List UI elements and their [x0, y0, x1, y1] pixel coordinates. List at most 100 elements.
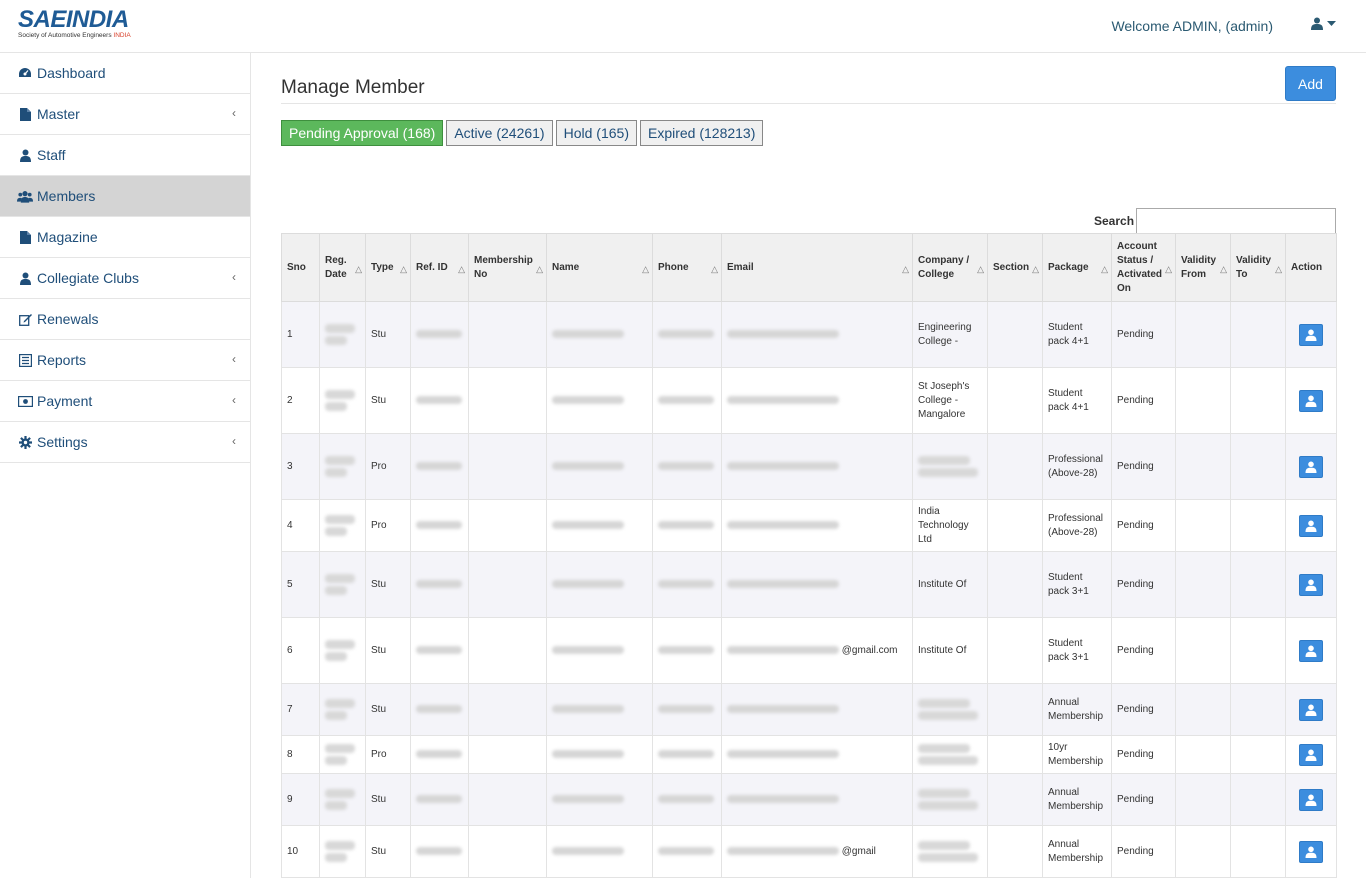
view-member-button[interactable] [1299, 788, 1323, 811]
user-menu-button[interactable] [1311, 17, 1336, 30]
title-divider [281, 103, 1336, 104]
redacted-text [416, 461, 462, 470]
table-row[interactable]: 10 Stu @gmail Annual Membership Pending [281, 825, 1337, 878]
tab-active[interactable]: Active (24261) [446, 120, 553, 146]
sidebar-item-dashboard[interactable]: Dashboard [0, 53, 250, 94]
edit-icon [17, 313, 33, 326]
sidebar-item-members[interactable]: Members [0, 176, 250, 217]
column-header[interactable]: Type △ [365, 233, 411, 302]
cell-phone [652, 773, 722, 826]
column-header[interactable]: Validity To △ [1230, 233, 1286, 302]
tab-hold[interactable]: Hold (165) [555, 120, 637, 146]
view-member-button[interactable] [1299, 573, 1323, 596]
view-member-button[interactable] [1299, 323, 1323, 346]
view-member-button[interactable] [1299, 639, 1323, 662]
column-header[interactable]: Validity From △ [1175, 233, 1231, 302]
cell-type: Stu [365, 617, 411, 684]
view-member-button[interactable] [1299, 455, 1323, 478]
view-member-button[interactable] [1299, 743, 1323, 766]
redacted-text [727, 704, 839, 713]
sidebar-item-renewals[interactable]: Renewals [0, 299, 250, 340]
view-member-button[interactable] [1299, 840, 1323, 863]
cell-name [546, 683, 653, 736]
column-header[interactable]: Membership No △ [468, 233, 547, 302]
sidebar-item-reports[interactable]: Reports ‹ [0, 340, 250, 381]
cell-email [721, 301, 913, 368]
redacted-text [727, 329, 839, 338]
sidebar-item-staff[interactable]: Staff [0, 135, 250, 176]
table-row[interactable]: 9 Stu Annual Membership Pending [281, 773, 1337, 826]
sidebar-item-collegiate-clubs[interactable]: Collegiate Clubs ‹ [0, 258, 250, 299]
cell-package: 10yr Membership [1042, 735, 1112, 774]
redacted-text [727, 794, 839, 803]
chevron-left-icon: ‹ [232, 393, 236, 407]
cell-ref-id [410, 499, 469, 552]
column-header[interactable]: Reg. Date △ [319, 233, 366, 302]
add-button[interactable]: Add [1285, 66, 1336, 101]
cell-sno: 8 [281, 735, 320, 774]
redacted-text [658, 846, 714, 855]
cell-validity-from [1175, 367, 1231, 434]
cell-email: @gmail [721, 825, 913, 878]
view-member-button[interactable] [1299, 698, 1323, 721]
table-row[interactable]: 7 Stu Annual Membership Pending [281, 683, 1337, 736]
redacted-text [552, 579, 624, 588]
company-text: Engineering College - [918, 321, 972, 347]
column-header[interactable]: Action [1285, 233, 1337, 302]
logo-tagline: Society of Automotive Engineers INDIA [18, 32, 143, 40]
column-header-label: Package [1048, 261, 1089, 273]
redacted-text [325, 756, 347, 765]
column-header[interactable]: Sno [281, 233, 320, 302]
column-header[interactable]: Section △ [987, 233, 1043, 302]
cell-status: Pending [1111, 773, 1176, 826]
logo-tagline-a: Society of Automotive Engineers [18, 32, 114, 39]
table-row[interactable]: 6 Stu @gmail.com Institute Of Student pack … [281, 617, 1337, 684]
cell-validity-from [1175, 683, 1231, 736]
column-header[interactable]: Name △ [546, 233, 653, 302]
column-header[interactable]: Phone △ [652, 233, 722, 302]
cell-reg-date [319, 433, 366, 500]
sidebar-item-master[interactable]: Master ‹ [0, 94, 250, 135]
table-row[interactable]: 5 Stu Institute Of Student pack 3+1 Pending [281, 551, 1337, 618]
redacted-text [552, 846, 624, 855]
column-header[interactable]: Account Status / Activated On △ [1111, 233, 1176, 302]
column-header[interactable]: Company / College △ [912, 233, 988, 302]
tab-pending[interactable]: Pending Approval (168) [281, 120, 444, 146]
view-member-button[interactable] [1299, 389, 1323, 412]
tab-expired[interactable]: Expired (128213) [639, 120, 764, 146]
cell-name [546, 735, 653, 774]
sidebar-item-settings[interactable]: Settings ‹ [0, 422, 250, 463]
table-row[interactable]: 4 Pro India Technology Ltd Professional (A… [281, 499, 1337, 552]
sort-icon: △ [355, 264, 362, 274]
column-header[interactable]: Ref. ID △ [410, 233, 469, 302]
redacted-text [325, 652, 347, 661]
saeindia-logo[interactable]: SAEINDIA Society of Automotive Engineers… [18, 8, 143, 40]
redacted-text [416, 846, 462, 855]
redacted-text [658, 794, 714, 803]
redacted-text [416, 329, 462, 338]
cell-section [987, 773, 1043, 826]
cell-section [987, 499, 1043, 552]
redacted-text [918, 699, 970, 708]
table-row[interactable]: 8 Pro 10yr Membership Pending [281, 735, 1337, 774]
cell-email [721, 683, 913, 736]
logo-tagline-b: INDIA [113, 32, 131, 39]
table-row[interactable]: 3 Pro Professional (Above-28) Pending [281, 433, 1337, 500]
column-header-label: Email [727, 261, 754, 273]
column-header[interactable]: Email △ [721, 233, 913, 302]
dashboard-icon [17, 67, 33, 79]
cell-ref-id [410, 433, 469, 500]
redacted-text [658, 749, 714, 758]
cell-email [721, 499, 913, 552]
cell-reg-date [319, 825, 366, 878]
sidebar-item-payment[interactable]: Payment ‹ [0, 381, 250, 422]
search-input[interactable] [1136, 208, 1336, 234]
cell-membership-no [468, 367, 547, 434]
sidebar-item-magazine[interactable]: Magazine [0, 217, 250, 258]
column-header[interactable]: Package △ [1042, 233, 1112, 302]
cell-phone [652, 825, 722, 878]
cell-reg-date [319, 367, 366, 434]
table-row[interactable]: 1 Stu Engineering College - Student pack 4… [281, 301, 1337, 368]
view-member-button[interactable] [1299, 514, 1323, 537]
table-row[interactable]: 2 Stu St Joseph's College - Mangalore Stud… [281, 367, 1337, 434]
